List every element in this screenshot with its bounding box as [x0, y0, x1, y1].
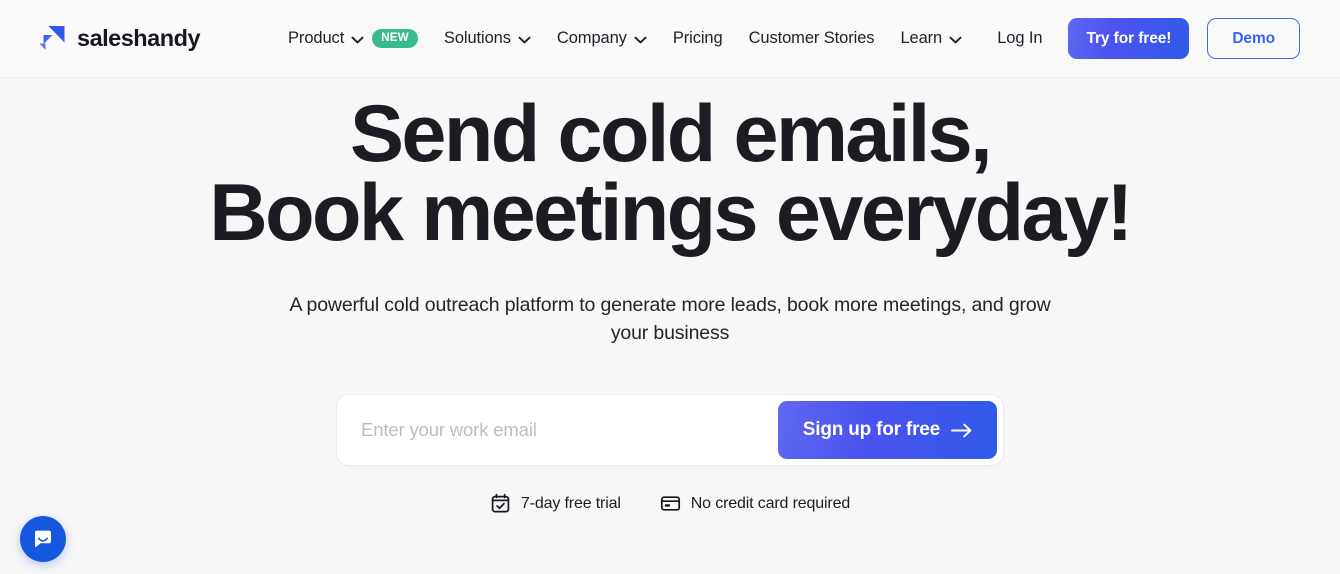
demo-button[interactable]: Demo	[1207, 18, 1300, 59]
hero-section: Send cold emails, Book meetings everyday…	[0, 78, 1340, 514]
intercom-chat-icon	[32, 528, 54, 550]
try-for-free-button[interactable]: Try for free!	[1068, 18, 1190, 59]
calendar-check-icon	[490, 493, 511, 514]
email-field[interactable]	[343, 403, 778, 458]
nav-item-pricing-label: Pricing	[672, 29, 723, 48]
signup-form: Sign up for free	[336, 394, 1004, 467]
nav-item-learn[interactable]: Learn	[900, 30, 962, 47]
headline-line-1: Send cold emails,	[349, 89, 993, 179]
header-actions: Log In Try for free! Demo	[989, 18, 1300, 59]
nav-item-solutions-label: Solutions	[443, 29, 511, 48]
nav-item-company-label: Company	[556, 29, 627, 48]
nav-item-customer-stories-label: Customer Stories	[748, 29, 875, 48]
nav-item-customer-stories[interactable]: Customer Stories	[749, 30, 875, 47]
nav-item-product-label: Product	[288, 29, 345, 48]
chat-launcher-button[interactable]	[20, 516, 66, 562]
brand-name: saleshandy	[77, 24, 201, 51]
chevron-down-icon	[351, 34, 364, 44]
nav-item-learn-label: Learn	[900, 29, 943, 48]
trust-item-free-trial: 7-day free trial	[490, 493, 621, 514]
chevron-down-icon	[518, 34, 531, 44]
saleshandy-arrow-logo-icon	[38, 25, 66, 52]
headline-line-2: Book meetings everyday!	[209, 168, 1133, 259]
signup-submit-label: Sign up for free	[802, 419, 940, 441]
page-title: Send cold emails, Book meetings everyday…	[209, 89, 1133, 259]
trust-item-no-credit-card-label: No credit card required	[690, 494, 851, 512]
nav-item-pricing[interactable]: Pricing	[673, 30, 723, 47]
arrow-right-icon	[951, 423, 972, 438]
nav-badge-new: NEW	[372, 28, 418, 49]
login-link[interactable]: Log In	[989, 23, 1050, 54]
brand-logo-link[interactable]: saleshandy	[38, 24, 201, 52]
nav-item-solutions[interactable]: Solutions	[444, 30, 531, 47]
credit-card-icon	[660, 493, 681, 514]
nav-item-product[interactable]: Product NEW	[288, 28, 418, 49]
nav-item-company[interactable]: Company	[557, 30, 647, 47]
site-header: saleshandy Product NEW Solutions Company	[0, 0, 1340, 78]
main-navigation: Product NEW Solutions Company Pricing Cu…	[288, 28, 962, 49]
chevron-down-icon	[634, 34, 647, 44]
trust-item-no-credit-card: No credit card required	[660, 493, 850, 514]
hero-subheadline: A powerful cold outreach platform to gen…	[289, 293, 1051, 345]
trust-item-free-trial-label: 7-day free trial	[520, 494, 621, 512]
signup-submit-button[interactable]: Sign up for free	[777, 401, 997, 460]
chevron-down-icon	[949, 34, 962, 44]
trust-indicators: 7-day free trial No credit card required	[490, 493, 850, 514]
